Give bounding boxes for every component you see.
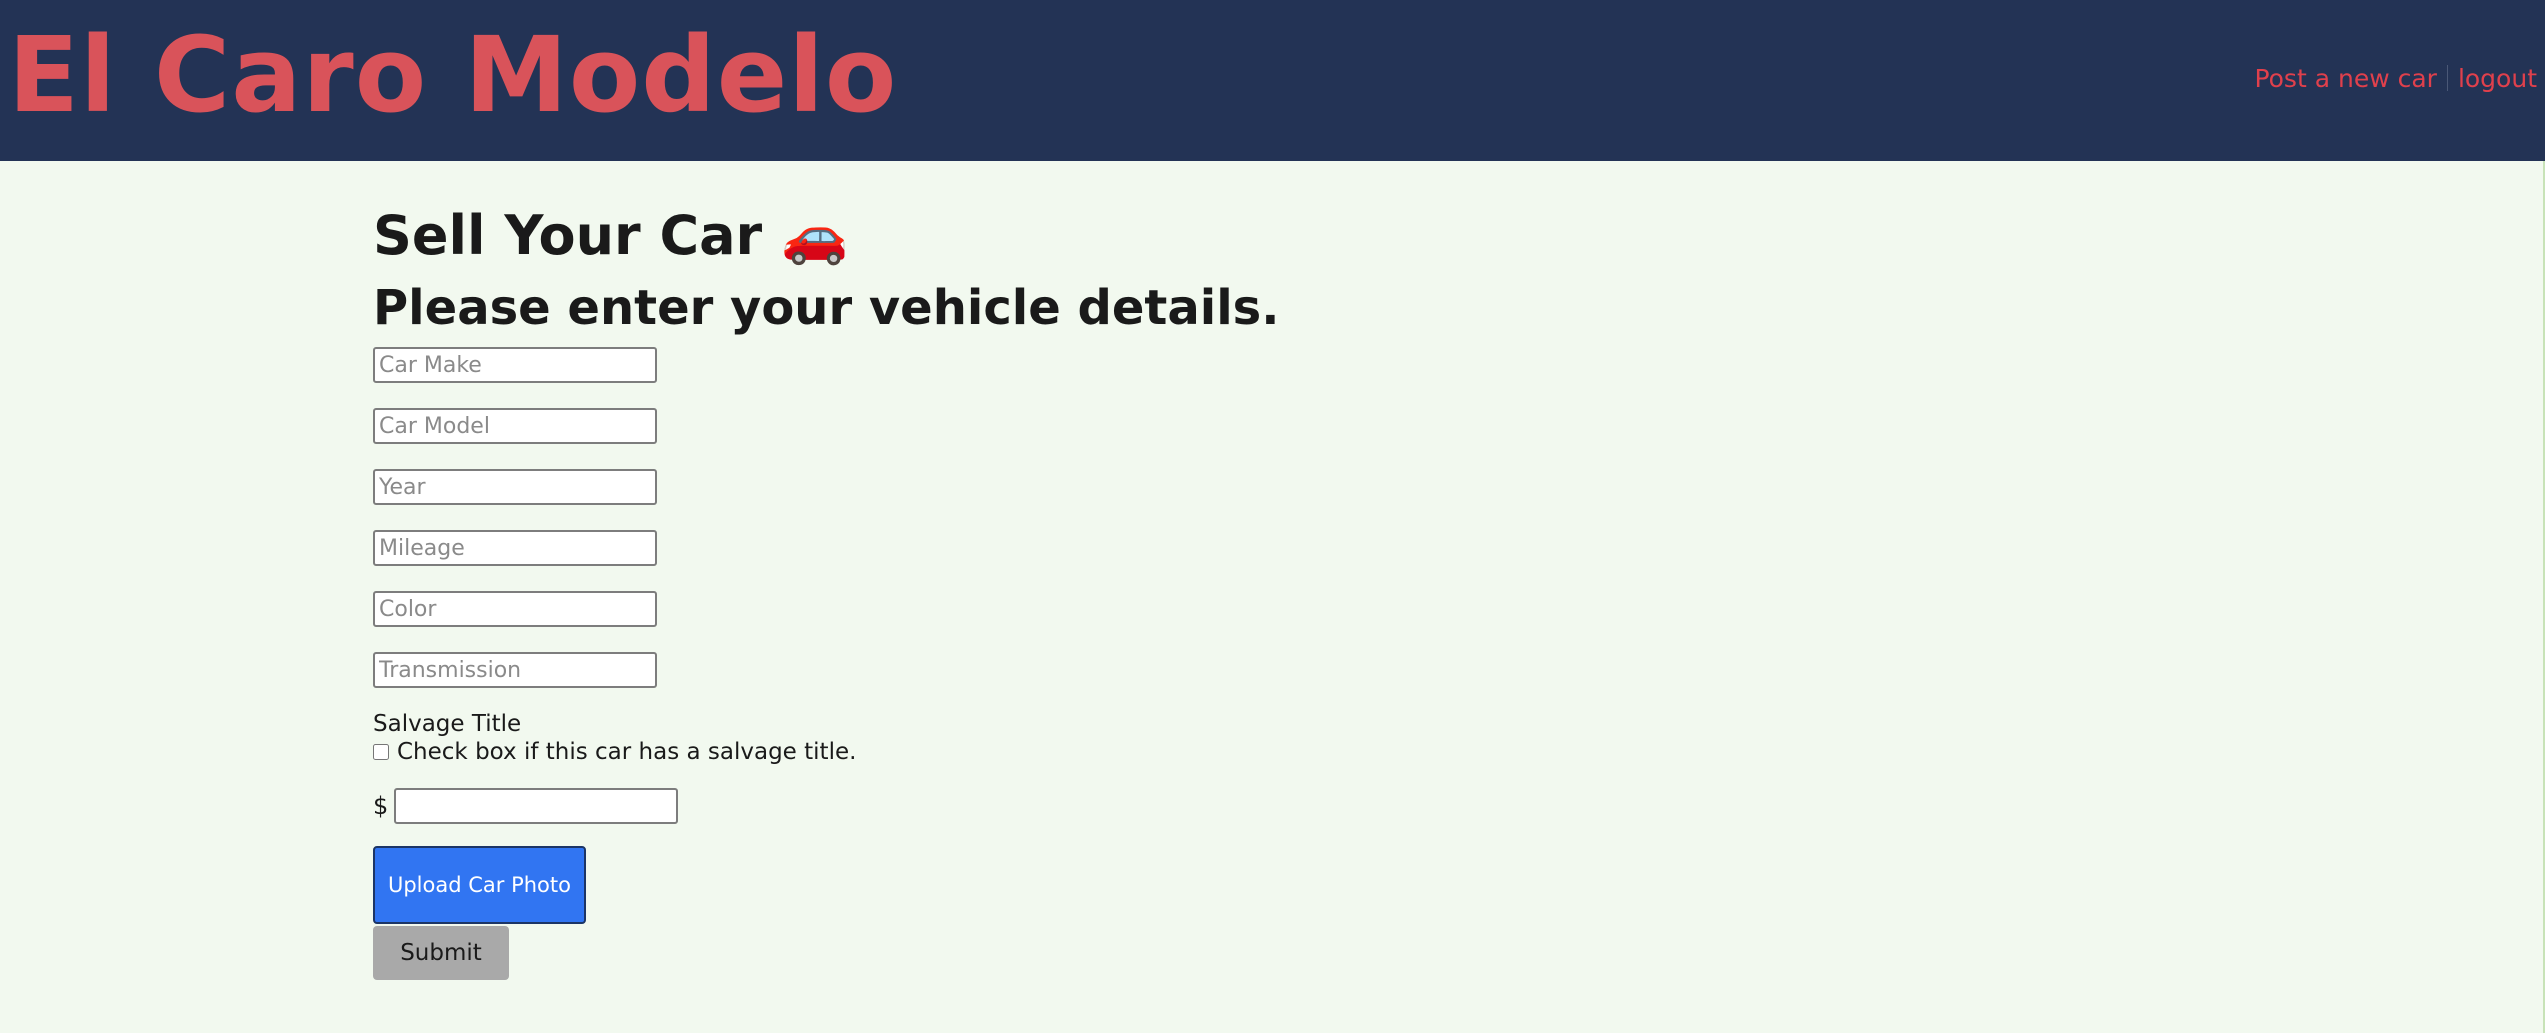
year-input[interactable] xyxy=(373,469,657,505)
salvage-checkbox[interactable] xyxy=(373,744,389,760)
mileage-input[interactable] xyxy=(373,530,657,566)
transmission-input[interactable] xyxy=(373,652,657,688)
nav-separator xyxy=(2446,65,2448,91)
salvage-checkbox-row[interactable]: Check box if this car has a salvage titl… xyxy=(373,738,1773,766)
logout-link[interactable]: logout xyxy=(2458,64,2537,93)
currency-symbol: $ xyxy=(373,792,389,820)
car-make-input[interactable] xyxy=(373,347,657,383)
salvage-checkbox-label: Check box if this car has a salvage titl… xyxy=(397,739,857,765)
submit-button[interactable]: Submit xyxy=(373,926,509,980)
price-row: $ xyxy=(373,788,1773,824)
post-new-car-link[interactable]: Post a new car xyxy=(2254,64,2436,93)
header-nav: Post a new car logout xyxy=(2254,62,2537,96)
upload-photo-button[interactable]: Upload Car Photo xyxy=(373,846,586,924)
form-subtitle: Please enter your vehicle details. xyxy=(373,280,1280,336)
page-title: Sell Your Car 🚗 xyxy=(373,204,849,267)
salvage-title-label: Salvage Title xyxy=(373,711,522,737)
header-bar: El Caro Modelo Post a new car logout xyxy=(0,0,2545,161)
car-model-input[interactable] xyxy=(373,408,657,444)
price-input[interactable] xyxy=(394,788,679,824)
sell-car-form: Sell Your Car 🚗 Please enter your vehicl… xyxy=(373,200,1773,980)
site-logo[interactable]: El Caro Modelo xyxy=(8,10,897,140)
color-input[interactable] xyxy=(373,591,657,627)
